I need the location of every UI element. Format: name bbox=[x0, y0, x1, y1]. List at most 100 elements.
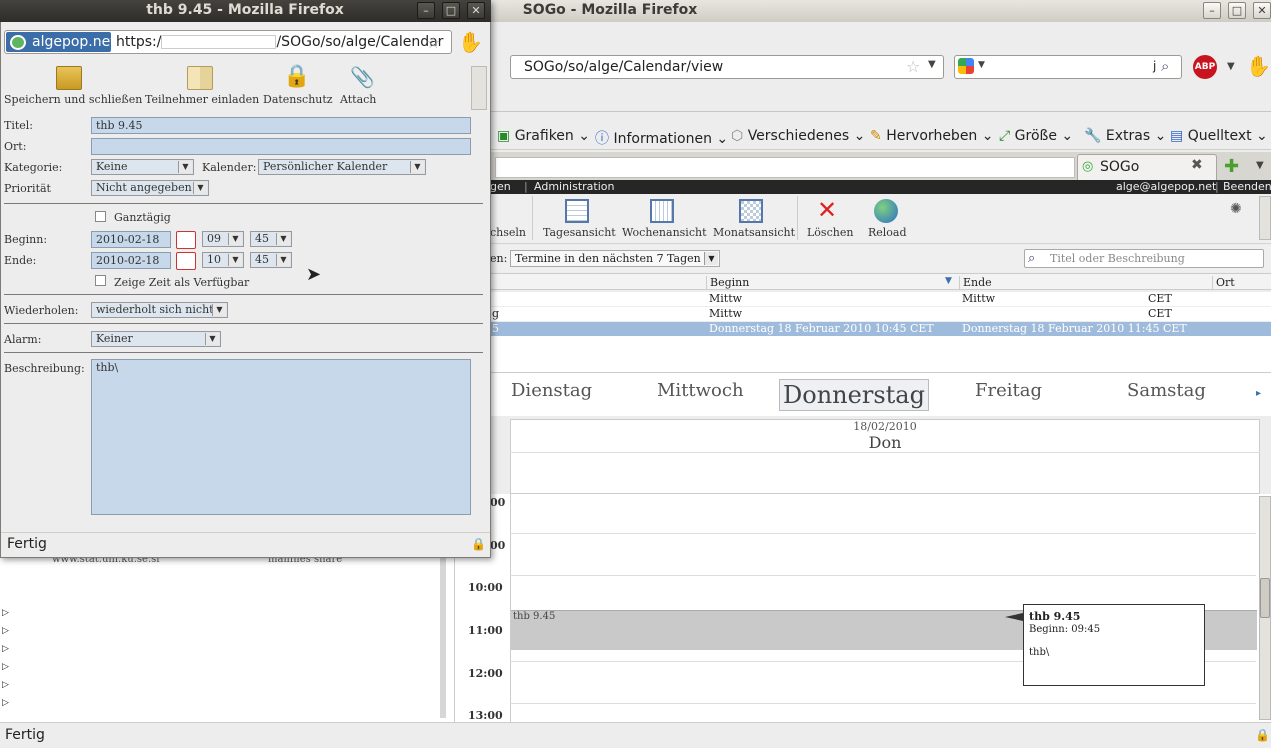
popup-close-button[interactable]: ✕ bbox=[467, 2, 485, 19]
week-view-icon[interactable] bbox=[650, 199, 674, 223]
administration-link[interactable]: Administration bbox=[534, 180, 615, 193]
table-row[interactable]: g Mittw CET bbox=[490, 307, 1271, 321]
show-available-checkbox[interactable] bbox=[95, 275, 106, 286]
popup-minimize-button[interactable]: – bbox=[417, 2, 435, 19]
reload-icon[interactable] bbox=[874, 199, 898, 223]
lock-icon[interactable]: 🔒 bbox=[1255, 728, 1270, 742]
expand-icon[interactable]: ▷ bbox=[2, 608, 9, 618]
bookmark-extras[interactable]: 🔧 Extras ⌄ bbox=[1084, 128, 1166, 144]
minimize-button[interactable]: – bbox=[1203, 2, 1221, 19]
lock-icon[interactable]: 🔒 bbox=[471, 537, 486, 551]
expand-icon[interactable]: ▷ bbox=[2, 680, 9, 690]
calendar-select[interactable]: Persönlicher Kalender ▼ bbox=[258, 159, 426, 175]
month-view-button[interactable]: Monatsansicht bbox=[713, 226, 795, 239]
chevron-down-icon: ▼ bbox=[704, 252, 718, 265]
bookmark-star-icon[interactable]: ☆ bbox=[426, 33, 440, 52]
table-row[interactable]: Mittw Mittw CET bbox=[490, 292, 1271, 306]
bookmark-star-icon[interactable]: ☆ bbox=[906, 57, 920, 76]
day-saturday[interactable]: Samstag bbox=[1127, 380, 1206, 401]
bookmark-informationen[interactable]: ⓘ Informationen ⌄ bbox=[595, 128, 728, 148]
bookmark-hervorheben[interactable]: ✎ Hervorheben ⌄ bbox=[870, 128, 994, 144]
filter-select[interactable]: Termine in den nächsten 7 Tagen ▼ bbox=[510, 250, 720, 267]
next-arrow-icon[interactable]: ▸ bbox=[1256, 388, 1261, 399]
new-tab-icon[interactable]: ✚ bbox=[1224, 156, 1239, 177]
column-location[interactable]: Ort bbox=[1212, 276, 1235, 289]
site-identity-icon bbox=[10, 35, 26, 50]
begin-hour-select[interactable]: 09 ▼ bbox=[202, 231, 244, 247]
magnifier-icon[interactable]: ⌕ bbox=[1161, 57, 1169, 75]
day-friday[interactable]: Freitag bbox=[975, 380, 1042, 401]
repeat-label: Wiederholen: bbox=[4, 304, 79, 317]
begin-minute-select[interactable]: 45 ▼ bbox=[250, 231, 292, 247]
logout-link[interactable]: Beenden bbox=[1223, 180, 1271, 193]
title-input[interactable]: thb 9.45 bbox=[91, 117, 471, 134]
tab-inactive[interactable] bbox=[495, 157, 1075, 178]
location-input[interactable] bbox=[91, 138, 471, 155]
bookmark-groesse[interactable]: ⤢ Größe ⌄ bbox=[999, 128, 1073, 144]
day-thursday-current[interactable]: Donnerstag bbox=[779, 379, 929, 411]
panel-scrollbar[interactable] bbox=[440, 558, 446, 718]
bookmark-grafiken[interactable]: ▣ Grafiken ⌄ bbox=[497, 128, 590, 144]
category-select[interactable]: Keine ▼ bbox=[91, 159, 194, 175]
popup-toolbar-scrollbar[interactable] bbox=[471, 66, 487, 110]
end-minute-select[interactable]: 45 ▼ bbox=[250, 252, 292, 268]
invite-button[interactable]: Teilnehmer einladen bbox=[145, 93, 259, 106]
alarm-select[interactable]: Keiner ▼ bbox=[91, 331, 221, 347]
day-view-icon[interactable] bbox=[565, 199, 589, 223]
description-textarea[interactable]: thb\ bbox=[91, 359, 471, 515]
expand-icon[interactable]: ▷ bbox=[2, 644, 9, 654]
lock-icon[interactable]: 🔒 bbox=[283, 64, 310, 89]
maximize-button[interactable]: □ bbox=[1228, 2, 1246, 19]
event-title: thb 9.45 bbox=[513, 611, 556, 622]
chevron-down-icon[interactable]: ▼ bbox=[1227, 61, 1235, 72]
paperclip-icon[interactable]: 📎 bbox=[350, 65, 375, 89]
column-begin[interactable]: Beginn bbox=[706, 276, 749, 289]
privacy-button[interactable]: Datenschutz bbox=[263, 93, 333, 106]
expand-icon[interactable]: ▷ bbox=[2, 626, 9, 636]
expand-icon[interactable]: ▷ bbox=[2, 662, 9, 672]
bookmark-verschiedenes[interactable]: ⬡ Verschiedenes ⌄ bbox=[731, 128, 865, 144]
bookmark-quelltext[interactable]: ▤ Quelltext ⌄ bbox=[1170, 128, 1268, 144]
week-view-button[interactable]: Wochenansicht bbox=[622, 226, 707, 239]
adblock-icon[interactable]: ABP bbox=[1193, 55, 1217, 79]
begin-date-input[interactable]: 2010-02-18 bbox=[91, 231, 171, 248]
google-icon[interactable] bbox=[958, 58, 974, 74]
day-tuesday[interactable]: Dienstag bbox=[511, 380, 592, 401]
scrollbar-thumb[interactable] bbox=[1260, 578, 1270, 618]
reload-button[interactable]: Reload bbox=[868, 226, 907, 239]
search-input[interactable] bbox=[954, 55, 1182, 79]
hand-icon[interactable]: ✋ bbox=[458, 30, 483, 54]
calendar-picker-icon[interactable] bbox=[176, 231, 196, 249]
toolbar-scrollbar[interactable] bbox=[1259, 196, 1271, 240]
expand-icon[interactable]: ▷ bbox=[2, 698, 9, 708]
repeat-select[interactable]: wiederholt sich nicht ▼ bbox=[91, 302, 228, 318]
chevron-down-icon[interactable]: ▼ bbox=[1256, 160, 1264, 171]
chevron-down-icon[interactable]: ▼ bbox=[928, 59, 936, 70]
allday-checkbox[interactable] bbox=[95, 211, 106, 222]
close-button[interactable]: ✕ bbox=[1253, 2, 1271, 19]
invite-icon[interactable] bbox=[187, 66, 213, 90]
column-end[interactable]: Ende bbox=[959, 276, 992, 289]
tab-close-icon[interactable]: ✖ bbox=[1191, 157, 1203, 173]
end-hour-select[interactable]: 10 ▼ bbox=[202, 252, 244, 268]
switch-button[interactable]: chseln bbox=[490, 226, 526, 239]
chevron-down-icon: ▼ bbox=[228, 233, 242, 245]
search-icon[interactable]: ⌕ bbox=[1028, 251, 1035, 266]
calendar-picker-icon[interactable] bbox=[176, 252, 196, 270]
end-date-input[interactable]: 2010-02-18 bbox=[91, 252, 171, 269]
table-row-selected[interactable]: 5 Donnerstag 18 Februar 2010 10:45 CET D… bbox=[490, 322, 1271, 336]
save-close-button[interactable]: Speichern und schließen bbox=[4, 93, 142, 106]
hand-icon[interactable]: ✋ bbox=[1246, 54, 1271, 78]
spinner-icon: ✺ bbox=[1230, 201, 1242, 217]
day-view-button[interactable]: Tagesansicht bbox=[543, 226, 616, 239]
day-wednesday[interactable]: Mittwoch bbox=[657, 380, 744, 401]
attach-button[interactable]: Attach bbox=[340, 93, 376, 106]
chevron-down-icon[interactable]: ▼ bbox=[978, 60, 985, 70]
delete-button[interactable]: Löschen bbox=[807, 226, 853, 239]
save-icon[interactable] bbox=[56, 66, 82, 90]
month-view-icon[interactable] bbox=[739, 199, 763, 223]
topbar-link[interactable]: gen bbox=[490, 180, 511, 193]
popup-maximize-button[interactable]: □ bbox=[442, 2, 460, 19]
priority-select[interactable]: Nicht angegeben ▼ bbox=[91, 180, 209, 196]
delete-icon[interactable]: ✕ bbox=[817, 196, 837, 224]
